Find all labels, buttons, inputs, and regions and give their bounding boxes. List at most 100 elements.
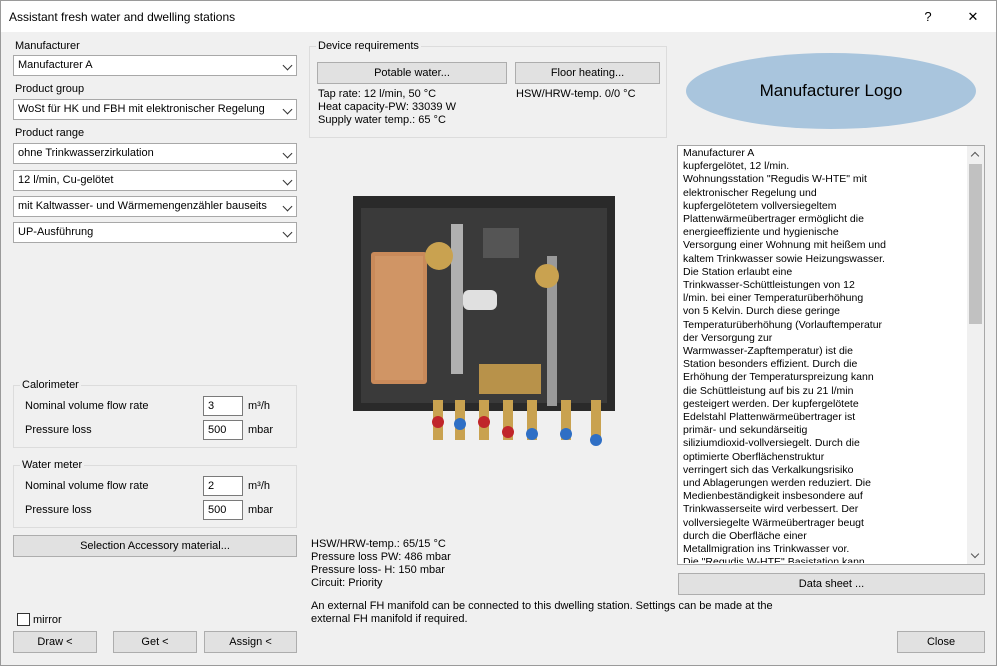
note-line-2: external FH manifold if required. [311,613,468,625]
potable-water-button[interactable]: Potable water... [317,62,507,84]
description-line: Wohnungsstation "Regudis W-HTE" mit [683,173,867,186]
selection-accessory-button[interactable]: Selection Accessory material... [13,535,297,557]
description-line: Plattenwärmeübertrager ermöglicht die [683,213,864,226]
description-line: kaltem Trinkwasser sowie Heizungswasser. [683,252,885,265]
description-line: gesteigert werden. Der kupfergelötete [683,397,859,410]
range-value-3: mit Kaltwasser- und Wärmemengenzähler ba… [18,200,267,212]
data-sheet-button[interactable]: Data sheet ... [678,573,985,595]
description-line: Trinkwasser-Schüttleistungen von 12 [683,279,855,292]
description-line: Trinkwasserseite wird verbessert. Der [683,503,859,516]
calorimeter-loss-unit: mbar [248,424,274,436]
chevron-down-icon [282,201,293,212]
dialog-window: Assistant fresh water and dwelling stati… [0,0,997,666]
description-line: optimierte Oberflächenstruktur [683,450,825,463]
manufacturer-label: Manufacturer [15,40,80,52]
calorimeter-flow-label: Nominal volume flow rate [25,400,149,412]
supply-temp-text: Supply water temp.: 65 °C [318,114,446,126]
manufacturer-value: Manufacturer A [18,59,93,71]
range-value-1: ohne Trinkwasserzirkulation [18,147,154,159]
description-line: Medienbeständigkeit insbesondere auf [683,490,863,503]
description-line: von 5 Kelvin. Durch diese geringe [683,305,841,318]
chevron-down-icon [282,104,293,115]
description-line: der Versorgung zur [683,331,773,344]
range-select-4[interactable]: UP-Ausführung [13,222,297,243]
result-pressure-loss-pw: Pressure loss PW: 486 mbar [311,551,451,563]
description-line: primär- und sekundärseitig [683,424,808,437]
chevron-down-icon [282,148,293,159]
water-meter-flow-label: Nominal volume flow rate [25,480,149,492]
chevron-down-icon [282,60,293,71]
description-line: elektronischer Regelung und [683,186,817,199]
scroll-up-icon[interactable] [970,151,980,161]
close-window-icon[interactable]: ✕ [950,1,996,32]
description-line: verringert sich das Verkalkungsrisiko [683,463,854,476]
scroll-down-icon[interactable] [970,549,980,559]
result-hsw-temp: HSW/HRW-temp.: 65/15 °C [311,538,446,550]
calorimeter-flow-input[interactable]: 3 [203,396,243,416]
manufacturer-logo: Manufacturer Logo [686,53,976,129]
description-line: Station besonders effizient. Durch die [683,358,858,371]
range-select-3[interactable]: mit Kaltwasser- und Wärmemengenzähler ba… [13,196,297,217]
chevron-down-icon [282,175,293,186]
chevron-down-icon [282,227,293,238]
close-button[interactable]: Close [897,631,985,653]
manufacturer-select[interactable]: Manufacturer A [13,55,297,76]
description-line: kupfergelötet, 12 l/min. [683,160,790,173]
description-line: Edelstahl Plattenwärmeübertrager ist [683,411,856,424]
window-title: Assistant fresh water and dwelling stati… [9,10,236,24]
range-value-2: 12 l/min, Cu-gelötet [18,174,114,186]
description-line: Die Station erlaubt eine [683,265,793,278]
water-meter-flow-input[interactable]: 2 [203,476,243,496]
scroll-thumb[interactable] [969,164,982,324]
water-meter-flow-unit: m³/h [248,480,270,492]
calorimeter-loss-label: Pressure loss [25,424,92,436]
device-requirements-title: Device requirements [316,40,421,52]
assign-button[interactable]: Assign < [204,631,297,653]
description-line: Manufacturer A [683,147,755,159]
floor-heating-button[interactable]: Floor heating... [515,62,660,84]
hsw-temp-text: HSW/HRW-temp. 0/0 °C [516,88,636,100]
vertical-scrollbar[interactable] [967,146,984,564]
range-select-1[interactable]: ohne Trinkwasserzirkulation [13,143,297,164]
calorimeter-group: Calorimeter [13,379,297,448]
description-text: Manufacturer Akupfergelötet, 12 l/min. Wo… [683,147,968,563]
description-line: Erhöhung der Temperaturspreizung kann [683,371,874,384]
description-line: Temperaturüberhöhung (Vorlauftemperatur [683,318,883,331]
product-group-value: WoSt für HK und FBH mit elektronischer R… [18,103,265,115]
calorimeter-loss-input[interactable]: 500 [203,420,243,440]
product-group-select[interactable]: WoSt für HK und FBH mit elektronischer R… [13,99,297,120]
get-button[interactable]: Get < [113,631,197,653]
heat-capacity-text: Heat capacity-PW: 33039 W [318,101,456,113]
water-meter-group: Water meter [13,459,297,528]
description-line: die Schüttleistung auf bis zu 21 l/min [683,384,854,397]
mirror-checkbox[interactable] [17,613,30,626]
description-line: und Ablagerungen werden reduziert. Die [683,477,871,490]
description-line: durch die Oberfläche einer [683,529,807,542]
range-select-2[interactable]: 12 l/min, Cu-gelötet [13,170,297,191]
description-line: energieeffiziente und hygienische [683,226,839,239]
mirror-label: mirror [33,614,62,626]
range-value-4: UP-Ausführung [18,226,94,238]
description-line: vollversiegelte Wärmeübertrager beugt [683,516,864,529]
description-line: Versorgung einer Wohnung mit heißem und [683,239,886,252]
water-meter-loss-input[interactable]: 500 [203,500,243,520]
description-line: kupfergelötetem vollversiegeltem [683,199,837,212]
help-button[interactable]: ? [905,1,951,32]
water-meter-loss-unit: mbar [248,504,274,516]
dwelling-station-image [353,196,615,446]
description-textbox[interactable]: Manufacturer Akupfergelötet, 12 l/min. Wo… [677,145,985,565]
result-circuit: Circuit: Priority [311,577,383,589]
calorimeter-flow-unit: m³/h [248,400,270,412]
description-line: Metallmigration ins Trinkwasser vor. [683,543,850,556]
result-pressure-loss-h: Pressure loss- H: 150 mbar [311,564,445,576]
description-line: Warmwasser-Zapftemperatur) ist die [683,345,853,358]
draw-button[interactable]: Draw < [13,631,97,653]
water-meter-loss-label: Pressure loss [25,504,92,516]
water-meter-title: Water meter [20,459,85,471]
description-line: siliziumdioxid-vollversiegelt. Durch die [683,437,860,450]
note-line-1: An external FH manifold can be connected… [311,600,773,612]
product-range-label: Product range [15,127,85,139]
description-line: Die "Regudis W-HTE" Basistation kann [683,556,865,563]
title-bar: Assistant fresh water and dwelling stati… [1,1,996,32]
calorimeter-title: Calorimeter [20,379,81,391]
